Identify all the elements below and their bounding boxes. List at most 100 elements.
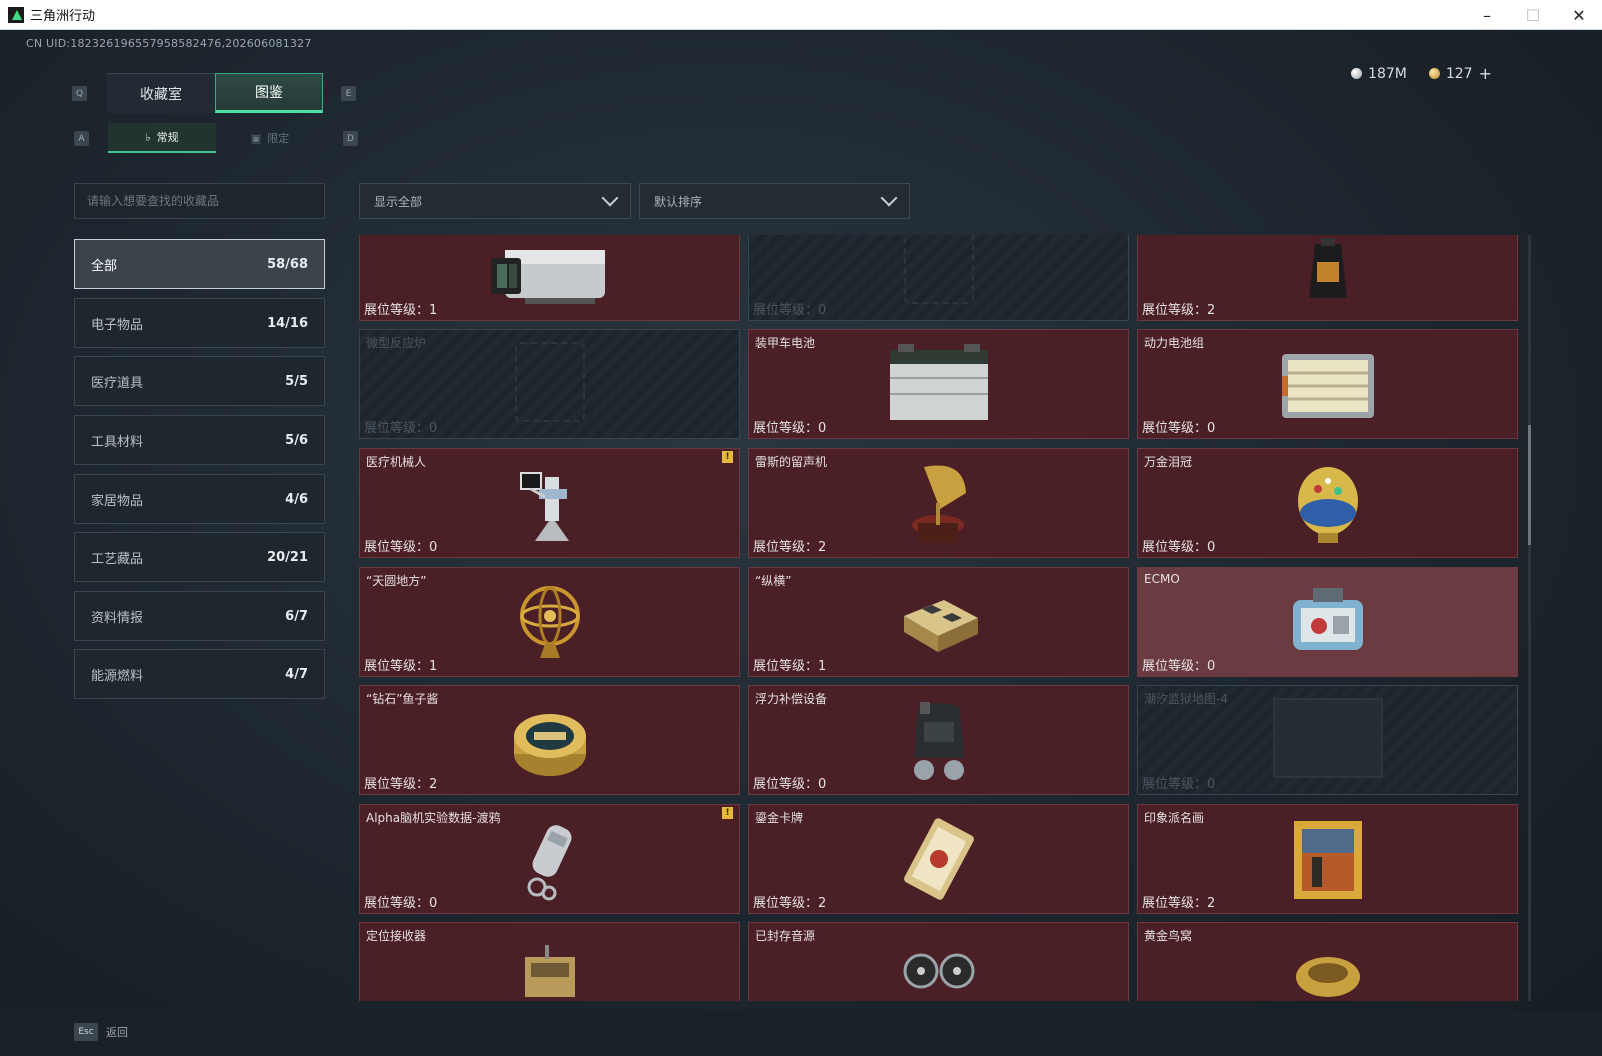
collection-card[interactable]: ! Alpha脑机实验数据-渡鸦 展位等级：0 — [359, 804, 740, 914]
item-name: ECMO — [1144, 572, 1180, 586]
item-level: 展位等级：0 — [1142, 540, 1216, 555]
item-name: 浮力补偿设备 — [755, 692, 828, 706]
item-level: 展位等级：0 — [753, 777, 827, 792]
collection-card[interactable]: 鎏金卡牌 展位等级：2 — [748, 804, 1129, 914]
gilded-card-icon — [903, 818, 974, 900]
search-input[interactable] — [74, 183, 325, 219]
gold-coin-icon — [1428, 68, 1440, 79]
micro-reactor-icon — [514, 342, 585, 422]
category-intel[interactable]: 资料情报 6/7 — [74, 591, 325, 641]
display-filter-dropdown[interactable]: 显示全部 — [359, 183, 631, 219]
item-level: 展位等级：1 — [364, 303, 438, 318]
collection-card[interactable]: “纵横” 展位等级：1 — [748, 567, 1129, 677]
tab-encyclopedia[interactable]: 图鉴 — [215, 73, 323, 113]
key-hint-a: A — [74, 131, 89, 146]
category-label: 能源燃料 — [91, 668, 144, 684]
game-viewport: CN UID:182326196557958582476,20260608132… — [0, 30, 1602, 1056]
category-label: 电子物品 — [91, 317, 144, 333]
item-name: 潮汐监狱地图-4 — [1144, 692, 1228, 706]
close-button[interactable]: ✕ — [1556, 0, 1602, 30]
currency-display: 187M 127 + — [1351, 64, 1492, 83]
collection-card[interactable]: 微型反应炉 展位等级：0 — [359, 329, 740, 439]
item-level: 展位等级：0 — [364, 540, 438, 555]
item-name: 装甲车电池 — [755, 336, 816, 350]
collection-card[interactable]: 展位等级：2 — [1137, 235, 1518, 321]
category-count: 5/6 — [285, 432, 308, 448]
sort-value: 默认排序 — [654, 194, 703, 209]
category-all[interactable]: 全部 58/68 — [74, 239, 325, 289]
collection-card[interactable]: 已封存音源 — [748, 922, 1129, 1001]
tab-regular[interactable]: ♭ 常规 — [108, 123, 216, 153]
ecmo-machine-icon — [1292, 588, 1363, 650]
item-level: 展位等级：2 — [753, 540, 827, 555]
back-button[interactable]: Esc 返回 — [74, 1018, 128, 1046]
collection-card[interactable]: 定位接收器 — [359, 922, 740, 1001]
window-controls: – ☐ ✕ — [1464, 0, 1602, 30]
jeweled-egg-icon — [1297, 467, 1358, 543]
category-fuel[interactable]: 能源燃料 4/7 — [74, 649, 325, 699]
vehicle-battery-icon — [889, 344, 988, 420]
key-hint-e: E — [341, 86, 356, 101]
collection-card[interactable]: 印象派名画 展位等级：2 — [1137, 804, 1518, 914]
buoyancy-device-icon — [913, 702, 964, 780]
category-household[interactable]: 家居物品 4/6 — [74, 474, 325, 524]
gold-amount: 127 — [1445, 65, 1473, 82]
category-tools[interactable]: 工具材料 5/6 — [74, 415, 325, 465]
scrollbar-thumb[interactable] — [1528, 425, 1531, 545]
battery-pack-icon — [1281, 354, 1374, 418]
locator-receiver-icon — [524, 945, 575, 997]
minimize-button[interactable]: – — [1464, 0, 1510, 30]
item-level: 展位等级：1 — [753, 659, 827, 674]
item-level: 展位等级：0 — [753, 421, 827, 436]
collection-card[interactable]: 浮力补偿设备 展位等级：0 — [748, 685, 1129, 795]
tab-regular-label: 常规 — [156, 131, 179, 144]
warning-icon: ! — [722, 451, 733, 463]
display-filter-value: 显示全部 — [374, 194, 423, 209]
armillary-sphere-icon — [519, 586, 580, 658]
data-drive-icon — [527, 825, 571, 901]
item-name: 印象派名画 — [1144, 811, 1205, 825]
regular-item-icon: ♭ — [145, 130, 151, 144]
collection-card[interactable]: 装甲车电池 展位等级：0 — [748, 329, 1129, 439]
caviar-tin-icon — [513, 714, 586, 776]
collection-card[interactable]: 黄金鸟窝 — [1137, 922, 1518, 1001]
item-name: Alpha脑机实验数据-渡鸦 — [366, 811, 501, 825]
collection-card[interactable]: ECMO 展位等级：0 — [1137, 567, 1518, 677]
add-currency-button[interactable]: + — [1479, 64, 1492, 83]
item-level: 展位等级：0 — [1142, 421, 1216, 436]
item-level: 展位等级：2 — [1142, 896, 1216, 911]
collection-card[interactable]: 展位等级：1 — [359, 235, 740, 321]
item-level: 展位等级：1 — [364, 659, 438, 674]
category-electronics[interactable]: 电子物品 14/16 — [74, 298, 325, 348]
category-label: 工具材料 — [91, 434, 144, 450]
maximize-button[interactable]: ☐ — [1510, 0, 1556, 30]
collection-card[interactable]: 万金泪冠 展位等级：0 — [1137, 448, 1518, 558]
collection-card[interactable]: ! 医疗机械人 展位等级：0 — [359, 448, 740, 558]
category-count: 58/68 — [267, 256, 308, 272]
tab-collection-room[interactable]: 收藏室 — [107, 73, 215, 113]
bottom-bar — [0, 1010, 1602, 1056]
sort-dropdown[interactable]: 默认排序 — [639, 183, 910, 219]
item-level: 展位等级：2 — [364, 777, 438, 792]
item-name: 医疗机械人 — [366, 455, 427, 469]
item-name: 鎏金卡牌 — [755, 811, 804, 825]
grid-scrollbar[interactable] — [1528, 235, 1531, 1001]
chess-box-icon — [903, 600, 978, 652]
collection-card[interactable]: “钻石”鱼子酱 展位等级：2 — [359, 685, 740, 795]
category-medical[interactable]: 医疗道具 5/5 — [74, 356, 325, 406]
collection-card[interactable]: 动力电池组 展位等级：0 — [1137, 329, 1518, 439]
category-label: 医疗道具 — [91, 375, 144, 391]
golden-nest-icon — [1295, 957, 1360, 997]
collection-card[interactable]: “天圆地方” 展位等级：1 — [359, 567, 740, 677]
collection-card[interactable]: 潮汐监狱地图-4 展位等级：0 — [1137, 685, 1518, 795]
esc-key-hint: Esc — [74, 1023, 98, 1041]
tab-limited[interactable]: ▣ 限定 — [216, 123, 324, 153]
collection-card[interactable]: 雷斯的留声机 展位等级：2 — [748, 448, 1129, 558]
collection-card[interactable]: 展位等级：0 — [748, 235, 1129, 321]
gramophone-icon — [911, 465, 966, 543]
item-name: 雷斯的留声机 — [755, 455, 828, 469]
item-name: 动力电池组 — [1144, 336, 1205, 350]
category-crafts[interactable]: 工艺藏品 20/21 — [74, 532, 325, 582]
item-level: 展位等级：2 — [1142, 303, 1216, 318]
thermal-camera-icon — [490, 250, 605, 304]
